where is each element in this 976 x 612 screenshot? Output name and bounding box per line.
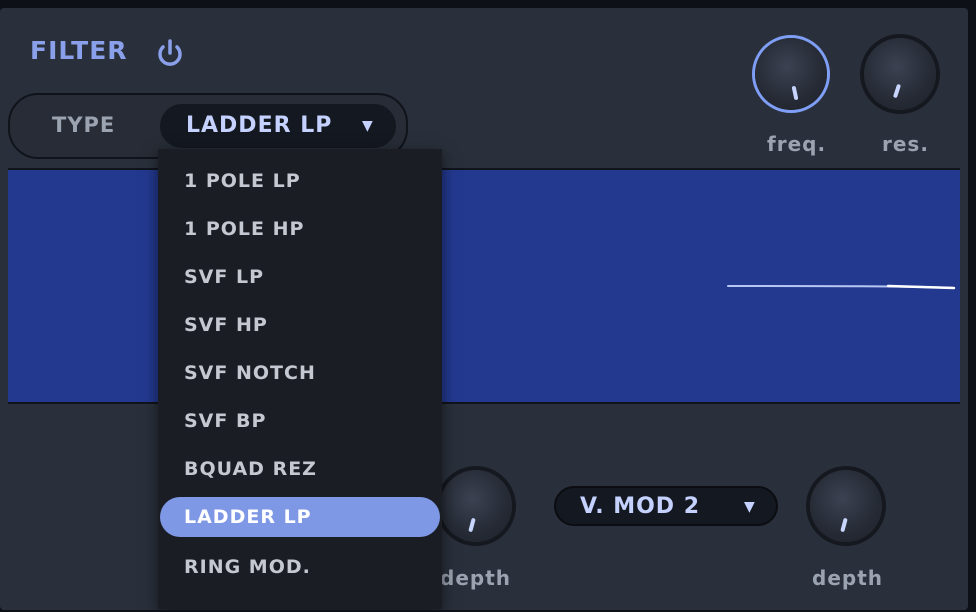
menu-item-ladder-lp[interactable]: LADDER LP (160, 497, 440, 537)
filter-title: FILTER (30, 36, 128, 65)
knob-indicator (468, 517, 476, 533)
chevron-down-icon: ▼ (362, 118, 373, 134)
menu-item-svf-bp[interactable]: SVF BP (160, 401, 440, 441)
depth-label-left: depth (440, 566, 511, 590)
filter-response-display (8, 168, 960, 404)
filter-type-menu: 1 POLE LP 1 POLE HP SVF LP SVF HP SVF NO… (158, 149, 442, 609)
response-curve (727, 284, 956, 290)
knob-indicator (840, 517, 848, 533)
res-knob[interactable] (864, 38, 936, 110)
freq-label: freq. (767, 132, 827, 156)
chevron-down-icon: ▼ (744, 499, 755, 515)
mod-source-dropdown[interactable]: V. MOD 2 ▼ (554, 486, 778, 526)
menu-item-ring-mod[interactable]: RING MOD. (160, 547, 440, 587)
res-label: res. (882, 132, 929, 156)
type-label: TYPE (52, 113, 116, 137)
filter-type-value: LADDER LP (186, 113, 333, 138)
menu-item-svf-hp[interactable]: SVF HP (160, 305, 440, 345)
menu-item-1-pole-hp[interactable]: 1 POLE HP (160, 209, 440, 249)
menu-item-svf-notch[interactable]: SVF NOTCH (160, 353, 440, 393)
depth-label-right: depth (812, 566, 883, 590)
freq-knob[interactable] (755, 38, 827, 110)
filter-type-dropdown[interactable]: LADDER LP ▼ (160, 104, 396, 148)
depth-knob-right[interactable] (810, 470, 882, 542)
depth-knob-left[interactable] (440, 470, 512, 542)
menu-item-svf-lp[interactable]: SVF LP (160, 257, 440, 297)
menu-item-bquad-rez[interactable]: BQUAD REZ (160, 449, 440, 489)
mod-source-value: V. MOD 2 (580, 494, 701, 519)
knob-indicator (892, 83, 902, 99)
power-icon[interactable] (155, 38, 185, 68)
knob-indicator (791, 85, 799, 101)
filter-panel: FILTER TYPE LADDER LP ▼ freq. res. depth… (0, 8, 968, 610)
menu-item-1-pole-lp[interactable]: 1 POLE LP (160, 161, 440, 201)
